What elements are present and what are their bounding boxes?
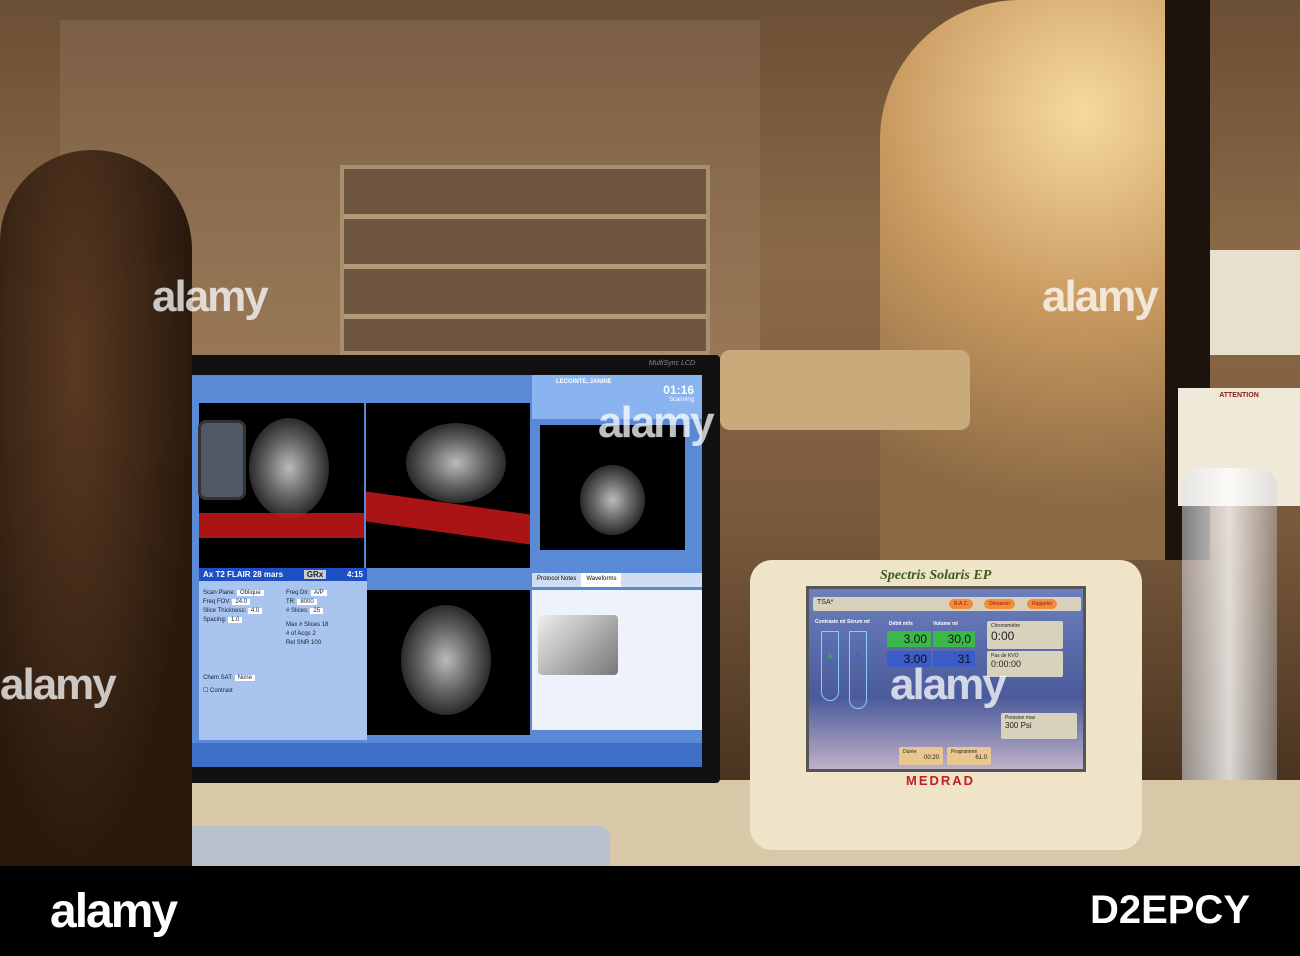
recall-button[interactable]: Rappeler (1027, 599, 1058, 609)
watermark: alamy (890, 660, 1007, 709)
sagittal-localizer-view (366, 403, 530, 568)
phase1-rate[interactable]: 3.00 (887, 631, 931, 647)
alamy-logo: alamy (50, 885, 178, 938)
shelving-unit (340, 165, 710, 355)
stat-row: # of Acqs 2 (286, 631, 316, 637)
chrono-box: Chronomètre 0:00 (987, 621, 1063, 649)
stat-row: Max # Slices 18 (286, 622, 329, 628)
syringe-a: A (821, 631, 839, 701)
contrast-label: Contraste ml (815, 619, 846, 625)
chem-sat-row[interactable]: Chem SAT: None (199, 655, 367, 681)
glasses (198, 420, 246, 500)
raz-button[interactable]: R.A.Z. (949, 599, 974, 609)
medrad-logo: MEDRAD (906, 773, 976, 788)
tab-protocol-notes[interactable]: Protocol Notes (532, 573, 581, 587)
param-row[interactable]: Freq Dir: A/P (286, 590, 363, 596)
patient-name: LECOINTE, JANINE (556, 379, 612, 385)
watermark: alamy (152, 272, 269, 321)
watermark: alamy (1042, 272, 1159, 321)
scan-duration: 4:15 (346, 570, 363, 579)
sat-band (199, 513, 364, 538)
brain-image (406, 423, 506, 503)
protocol-notes-pane (532, 590, 702, 730)
water-bottle (1182, 468, 1277, 808)
brain-image (249, 418, 329, 518)
scan-timer: 01:16 (663, 383, 694, 397)
axial-image-view (366, 590, 530, 735)
volume-label: Volume ml (933, 621, 958, 627)
watermark: alamy (598, 398, 715, 447)
image-id: D2EPCY (1089, 888, 1250, 932)
patient-table (720, 350, 970, 430)
param-row[interactable]: Scan Plane: Oblique (203, 590, 280, 596)
footer-bar: alamy D2EPCY (0, 866, 1300, 956)
intercom-console (160, 826, 610, 866)
posted-notice (1210, 250, 1300, 355)
contrast-checkbox[interactable]: ☐ Contrast (199, 681, 367, 700)
rate-label: Débit ml/s (889, 621, 913, 627)
notes-image (538, 615, 618, 675)
brain-image (401, 605, 491, 715)
tab-waveforms[interactable]: Waveforms (581, 573, 622, 587)
param-row[interactable]: Spacing: 1.0 (203, 617, 280, 623)
notes-tabs: Protocol Notes Waveforms (532, 573, 702, 587)
protocol-header: Ax T2 FLAIR 28 mars GRx 4:15 (199, 568, 367, 581)
param-row[interactable]: # Slices: 25 (286, 608, 363, 614)
watermark: alamy (0, 660, 117, 709)
serum-label: Sérum ml (847, 619, 870, 625)
monitor-brand: MultiSync LCD (648, 360, 695, 367)
injector-brand: Spectris Solaris EP (880, 568, 992, 583)
pressure-box: Pression max 300 Psi (1001, 713, 1077, 739)
stat-row: Rel SNR 100 (286, 640, 322, 646)
scan-parameters-panel: Ax T2 FLAIR 28 mars GRx 4:15 Scan Plane:… (199, 568, 367, 740)
notice-title: ATTENTION (1219, 392, 1259, 399)
duration-box: Durée 00:20 (899, 747, 943, 765)
syringe-b: B (849, 631, 867, 709)
param-row[interactable]: Slice Thickness: 4.0 (203, 608, 280, 614)
brain-image (580, 465, 645, 535)
param-row[interactable]: TR: 8000 (286, 599, 363, 605)
programmed-box: Programmé 61.0 (947, 747, 991, 765)
radiographer (0, 150, 192, 866)
param-row[interactable]: Freq FOV: 24.0 (203, 599, 280, 605)
protocol-name: Ax T2 FLAIR 28 mars (203, 570, 284, 579)
start-button[interactable]: Démarrer (984, 599, 1016, 609)
grx-button[interactable]: GRx (303, 570, 327, 579)
phase1-volume[interactable]: 30,0 (933, 631, 975, 647)
mri-control-room-scene: ATTENTION MultiSync LCD LECOINTE, JANINE… (0, 0, 1300, 866)
